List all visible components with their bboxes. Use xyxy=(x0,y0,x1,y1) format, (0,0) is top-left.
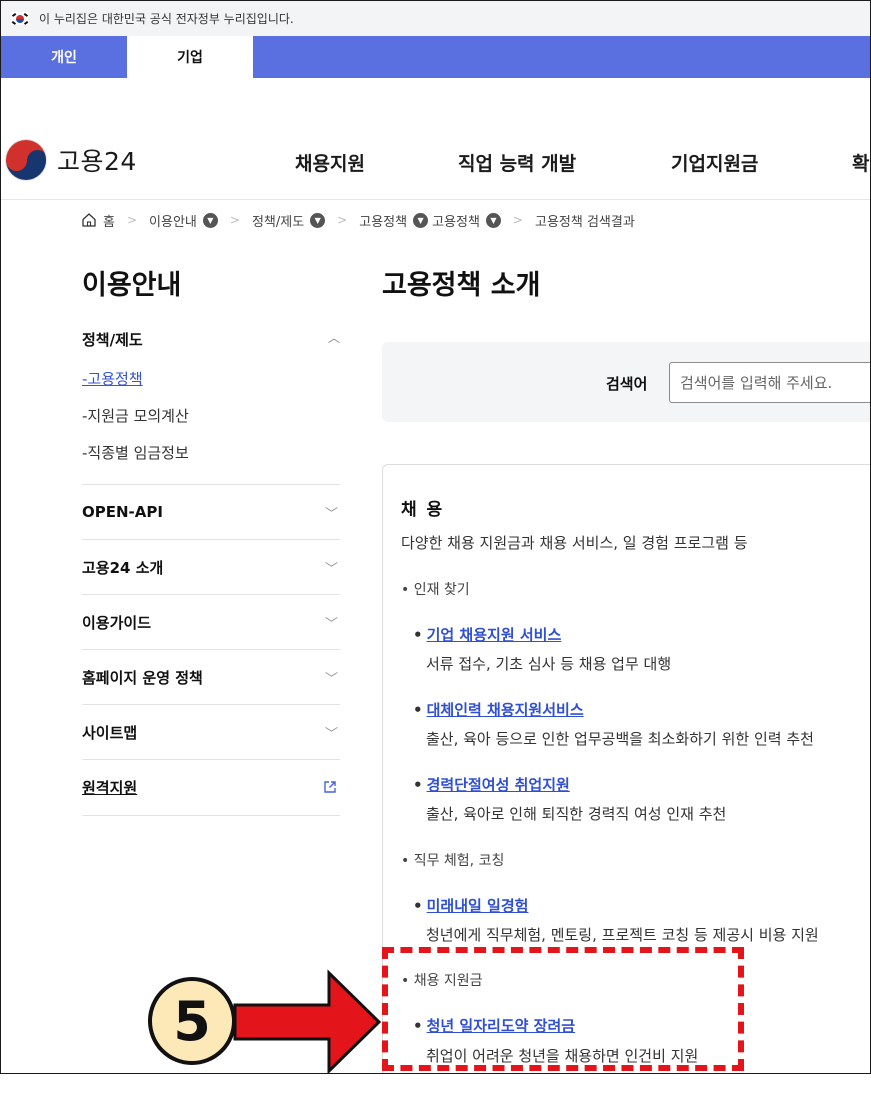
nav-job-training[interactable]: 직업 능력 개발 xyxy=(458,149,576,176)
chevron-down-icon: ﹀ xyxy=(324,561,338,577)
site-header: 고용24 채용지원 직업 능력 개발 기업지원금 확 xyxy=(1,121,870,199)
chevron-down-icon[interactable]: ▼ xyxy=(413,212,429,228)
chevron-right-icon: > xyxy=(512,213,523,227)
nav-company-subsidy[interactable]: 기업지원금 xyxy=(671,149,758,176)
breadcrumb-item-employment-policy-2[interactable]: 고용정책 xyxy=(432,211,480,230)
link-career-break-women[interactable]: 경력단절여성 취업지원 xyxy=(413,774,570,795)
search-input[interactable] xyxy=(669,362,870,403)
category-find-talent: • 인재 찾기 xyxy=(401,582,470,598)
sidebar-group-label: 정책/제도 xyxy=(82,331,143,349)
nav-more[interactable]: 확 xyxy=(852,149,869,176)
chevron-down-icon[interactable]: ▼ xyxy=(202,212,218,228)
sidebar-divider xyxy=(82,815,340,816)
page-bottom-margin xyxy=(0,1074,871,1097)
card-description: 다양한 채용 지원금과 채용 서비스, 일 경험 프로그램 등 xyxy=(401,534,748,552)
link-company-recruit-service[interactable]: 기업 채용지원 서비스 xyxy=(413,624,562,645)
sidebar-sub-wage-info[interactable]: -직종별 임금정보 xyxy=(82,442,189,463)
goverment-emblem-icon xyxy=(5,139,47,181)
gov-banner: 이 누리집은 대한민국 공식 전자정부 누리집입니다. xyxy=(1,1,870,36)
chevron-down-icon: ﹀ xyxy=(324,726,338,742)
link-substitute-recruit-service[interactable]: 대체인력 채용지원서비스 xyxy=(413,699,584,720)
browser-frame: 이 누리집은 대한민국 공식 전자정부 누리집입니다. 개인 기업 고용24 채… xyxy=(0,0,871,1074)
user-type-tabs: 개인 기업 xyxy=(1,36,870,78)
chevron-right-icon: > xyxy=(126,213,138,227)
sidebar-group-policy[interactable]: 정책/제도 ︿ xyxy=(82,329,340,350)
category-job-experience: • 직무 체험, 코칭 xyxy=(401,853,505,869)
chevron-down-icon[interactable]: ▼ xyxy=(310,212,326,228)
tab-personal[interactable]: 개인 xyxy=(1,36,127,78)
chevron-right-icon: > xyxy=(337,213,348,227)
external-link-icon xyxy=(324,781,336,793)
sidebar-sub-subsidy-calc[interactable]: -지원금 모의계산 xyxy=(82,405,189,426)
nav-recruit-support[interactable]: 채용지원 xyxy=(295,149,365,176)
page-title: 고용정책 소개 xyxy=(382,270,541,301)
sidebar-item-guide[interactable]: 이용가이드 ﹀ xyxy=(82,594,340,649)
home-icon[interactable] xyxy=(81,212,97,228)
pointer-arrow-icon xyxy=(233,969,381,1073)
chevron-up-icon: ︿ xyxy=(327,331,340,345)
sidebar-item-about[interactable]: 고용24 소개 ﹀ xyxy=(82,539,340,594)
korean-flag-icon xyxy=(11,12,29,25)
gov-banner-text: 이 누리집은 대한민국 공식 전자정부 누리집입니다. xyxy=(39,12,294,26)
header-divider xyxy=(1,199,870,200)
highlight-box xyxy=(382,947,744,1071)
sidebar-item-site-policy[interactable]: 홈페이지 운영 정책 ﹀ xyxy=(82,649,340,704)
breadcrumb-item-guide[interactable]: 이용안내 xyxy=(149,211,197,230)
sidebar-item-sitemap[interactable]: 사이트맵 ﹀ xyxy=(82,704,340,759)
link-desc: 청년에게 직무체험, 멘토링, 프로젝트 코칭 등 제공시 비용 지원 xyxy=(426,926,819,944)
breadcrumb-item-policy[interactable]: 정책/제도 xyxy=(252,211,304,230)
chevron-down-icon: ﹀ xyxy=(324,506,338,522)
tab-business[interactable]: 기업 xyxy=(127,36,253,78)
search-label: 검색어 xyxy=(606,375,648,393)
link-desc: 서류 접수, 기초 심사 등 채용 업무 대행 xyxy=(426,655,672,673)
search-panel: 검색어 xyxy=(382,342,870,422)
chevron-right-icon: > xyxy=(229,213,240,227)
chevron-down-icon: ﹀ xyxy=(324,616,338,632)
sidebar-title: 이용안내 xyxy=(82,270,182,301)
chevron-down-icon: ﹀ xyxy=(324,671,338,687)
breadcrumb: 홈 > 이용안내 ▼ > 정책/제도 ▼ > 고용정책 ▼ 고용정책 ▼ > 고… xyxy=(81,208,635,232)
site-logo[interactable]: 고용24 xyxy=(5,139,137,181)
sidebar-item-open-api[interactable]: OPEN-API ﹀ xyxy=(82,484,340,539)
breadcrumb-item-employment-policy[interactable]: 고용정책 xyxy=(359,211,407,230)
breadcrumb-home[interactable]: 홈 xyxy=(103,211,115,230)
link-desc: 출산, 육아로 인해 퇴직한 경력직 여성 인재 추천 xyxy=(426,805,727,823)
sidebar-sub-employment-policy[interactable]: -고용정책 xyxy=(82,368,143,389)
link-desc: 출산, 육아 등으로 인한 업무공백을 최소화하기 위한 인력 추천 xyxy=(426,730,814,748)
chevron-down-icon[interactable]: ▼ xyxy=(485,212,501,228)
card-title: 채 용 xyxy=(401,500,445,520)
logo-text: 고용24 xyxy=(57,147,137,176)
step-number-badge: 5 xyxy=(148,977,236,1065)
link-future-work-experience[interactable]: 미래내일 일경험 xyxy=(413,895,529,916)
sidebar-item-remote-support[interactable]: 원격지원 xyxy=(82,759,340,814)
breadcrumb-item-current: 고용정책 검색결과 xyxy=(534,214,635,230)
